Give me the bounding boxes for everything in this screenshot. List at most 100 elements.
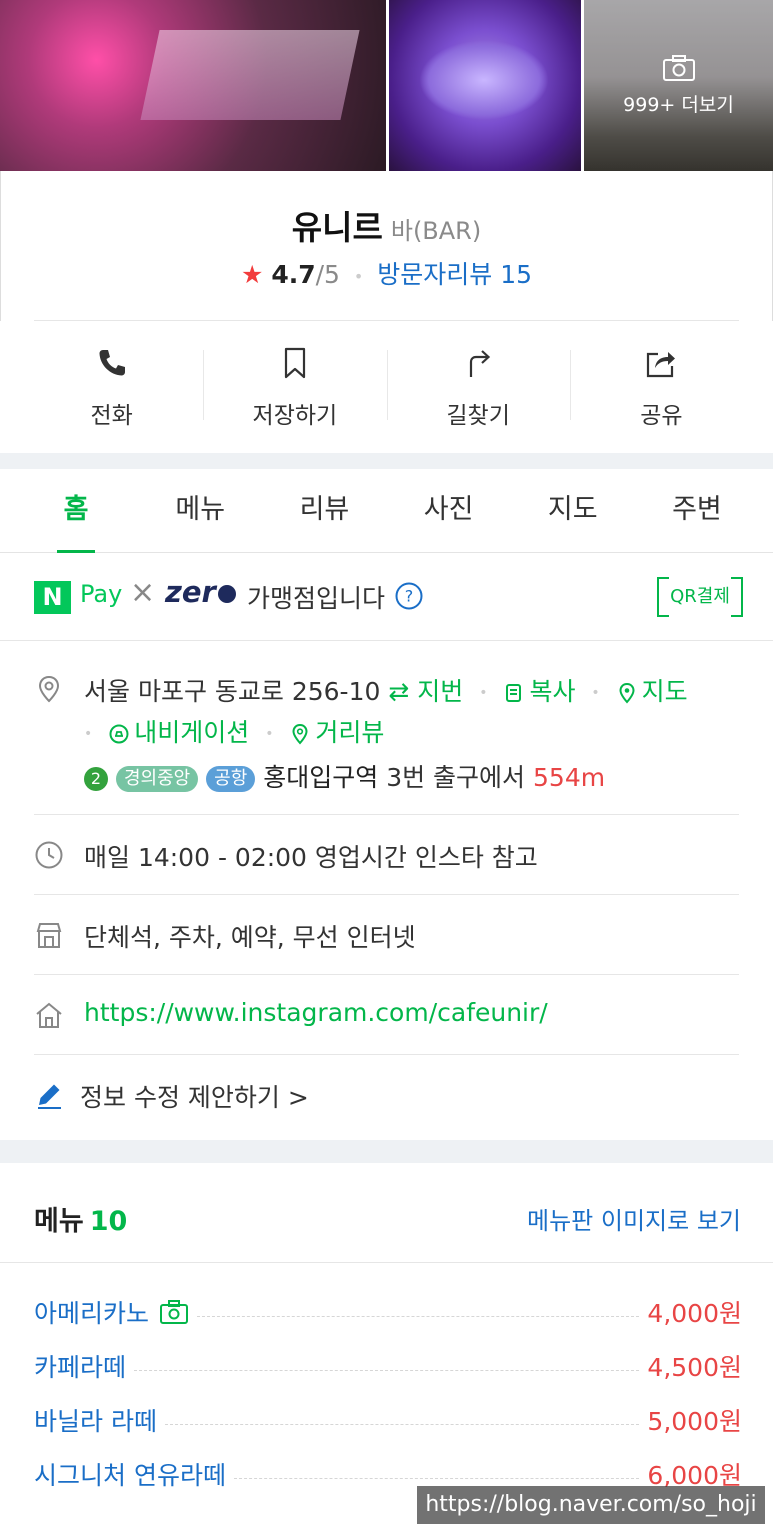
menu-item-price: 5,000원 [647, 1407, 742, 1436]
photo-more-label: 999+ 더보기 [623, 94, 734, 116]
photo-more-overlay: 999+ 더보기 [584, 0, 773, 171]
menu-item[interactable]: 아메리카노 4,000원 [34, 1292, 742, 1332]
svg-text:?: ? [405, 587, 414, 606]
airport-line-badge: 공항 [206, 766, 256, 792]
menu-item-name: 카페라떼 [34, 1353, 127, 1382]
car-icon [109, 724, 129, 744]
tab-map[interactable]: 지도 [511, 469, 635, 552]
location-pin-icon [38, 675, 60, 703]
menu-item-price: 4,500원 [647, 1353, 742, 1382]
navigation-link[interactable]: 내비게이션 [108, 718, 249, 747]
amenities-row: 단체석, 주차, 예약, 무선 인터넷 [34, 918, 742, 954]
menu-item[interactable]: 바닐라 라떼 5,000원 [34, 1400, 742, 1440]
leader-line [233, 1477, 640, 1479]
tab-menu[interactable]: 메뉴 [138, 469, 262, 552]
zeropay-logo: zer [165, 575, 236, 609]
directions-button[interactable]: 길찾기 [386, 340, 570, 430]
transit-line: 2 경의중앙 공항 홍대입구역 3번 출구에서 554m [84, 758, 605, 794]
zeropay-dot [217, 585, 236, 603]
navigation-label: 내비게이션 [134, 718, 250, 747]
separator-dot: • [84, 726, 93, 742]
hours-text: 매일 14:00 - 02:00 영업시간 인스타 참고 [84, 843, 538, 872]
qr-pay-button[interactable]: QR결제 [657, 577, 743, 617]
times-sign: × [130, 575, 156, 610]
visitor-review-link[interactable]: 방문자리뷰 15 [377, 260, 532, 289]
tab-photo[interactable]: 사진 [387, 469, 511, 552]
edit-suggest-row[interactable]: 정보 수정 제안하기 > [34, 1078, 742, 1114]
divider [34, 894, 739, 895]
directions-label: 길찾기 [446, 403, 510, 429]
divider [34, 814, 739, 815]
streetview-link[interactable]: 거리뷰 [289, 718, 384, 747]
pencil-icon [38, 1084, 61, 1109]
amenities-text: 단체석, 주차, 예약, 무선 인터넷 [84, 923, 416, 952]
map-label: 지도 [641, 677, 688, 706]
npay-logo: N [34, 581, 71, 614]
streetview-label: 거리뷰 [315, 718, 385, 747]
pay-row: N Pay × zer 가맹점입니다 ? QR결제 [0, 553, 773, 641]
menu-item-name: 아메리카노 [34, 1299, 150, 1328]
menu-count: 10 [89, 1206, 128, 1237]
help-icon[interactable]: ? [394, 581, 424, 611]
copy-label: 복사 [529, 677, 576, 706]
website-link[interactable]: https://www.instagram.com/cafeunir/ [84, 998, 548, 1027]
photo-more[interactable]: 999+ 더보기 [584, 0, 773, 171]
section-gap [0, 453, 773, 469]
divider [34, 1054, 739, 1055]
place-name: 유니르 [291, 208, 383, 247]
website-row: https://www.instagram.com/cafeunir/ [34, 998, 742, 1034]
save-button[interactable]: 저장하기 [203, 340, 386, 430]
menu-title: 메뉴 10 [34, 1199, 127, 1238]
station-name: 홍대입구역 [263, 763, 379, 792]
bookmark-icon [284, 347, 305, 379]
separator-dot: • [353, 266, 364, 286]
call-label: 전화 [90, 403, 133, 429]
share-label: 공유 [640, 403, 683, 429]
tab-review[interactable]: 리뷰 [262, 469, 386, 552]
rating-row: ★ 4.7/5 • 방문자리뷰 15 [1, 255, 772, 291]
rating-score: 4.7 [271, 260, 316, 289]
action-bar: 전화 저장하기 길찾기 공유 [20, 340, 753, 430]
separator-dot: • [265, 726, 274, 742]
map-link[interactable]: 지도 [616, 677, 688, 706]
call-button[interactable]: 전화 [20, 340, 203, 430]
place-summary: 유니르 바(BAR) ★ 4.7/5 • 방문자리뷰 15 [0, 171, 773, 321]
tab-home[interactable]: 홈 [14, 469, 138, 552]
address-text: 서울 마포구 동교로 256-10 [84, 677, 381, 706]
menu-item[interactable]: 카페라떼 4,500원 [34, 1346, 742, 1386]
share-icon [647, 352, 676, 378]
hours-row[interactable]: 매일 14:00 - 02:00 영업시간 인스타 참고 [34, 838, 742, 874]
divider [34, 320, 739, 321]
address-line: 서울 마포구 동교로 256-10 ⇄ 지번 • 복사 • 지도 [84, 672, 688, 708]
menu-title-text: 메뉴 [34, 1206, 84, 1237]
share-button[interactable]: 공유 [569, 340, 753, 430]
menu-header: 메뉴 10 메뉴판 이미지로 보기 [0, 1163, 773, 1263]
photo-interior-pink[interactable] [0, 0, 386, 171]
map-pin-icon [619, 682, 635, 704]
merchant-text: 가맹점입니다 [247, 584, 386, 613]
separator-dot: • [479, 685, 488, 701]
address-section: 서울 마포구 동교로 256-10 ⇄ 지번 • 복사 • 지도 • 내비게이션… [34, 672, 742, 792]
menu-item-name: 시그니처 연유라떼 [34, 1461, 226, 1490]
rating-max: /5 [315, 260, 340, 289]
tab-nearby[interactable]: 주변 [635, 469, 759, 552]
menu-item-price: 4,000원 [647, 1299, 742, 1328]
menu-image-link[interactable]: 메뉴판 이미지로 보기 [527, 1201, 741, 1236]
divider [34, 974, 739, 975]
address-links-line: • 내비게이션 • 거리뷰 [84, 713, 384, 749]
directions-icon [470, 350, 491, 377]
camera-icon [662, 55, 695, 81]
star-icon: ★ [240, 260, 264, 289]
copy-link[interactable]: 복사 [503, 677, 575, 706]
section-gap [0, 1140, 773, 1163]
leader-line [197, 1315, 640, 1317]
place-category: 바(BAR) [390, 217, 482, 245]
camera-icon [160, 1300, 189, 1324]
copy-icon [506, 684, 522, 702]
gyeongui-line-badge: 경의중앙 [115, 766, 199, 792]
photo-interior-purple[interactable] [389, 0, 581, 171]
lot-address-link[interactable]: ⇄ 지번 [388, 677, 463, 706]
store-icon [36, 923, 62, 948]
home-icon [36, 1002, 62, 1028]
menu-item-name: 바닐라 라떼 [34, 1407, 157, 1436]
